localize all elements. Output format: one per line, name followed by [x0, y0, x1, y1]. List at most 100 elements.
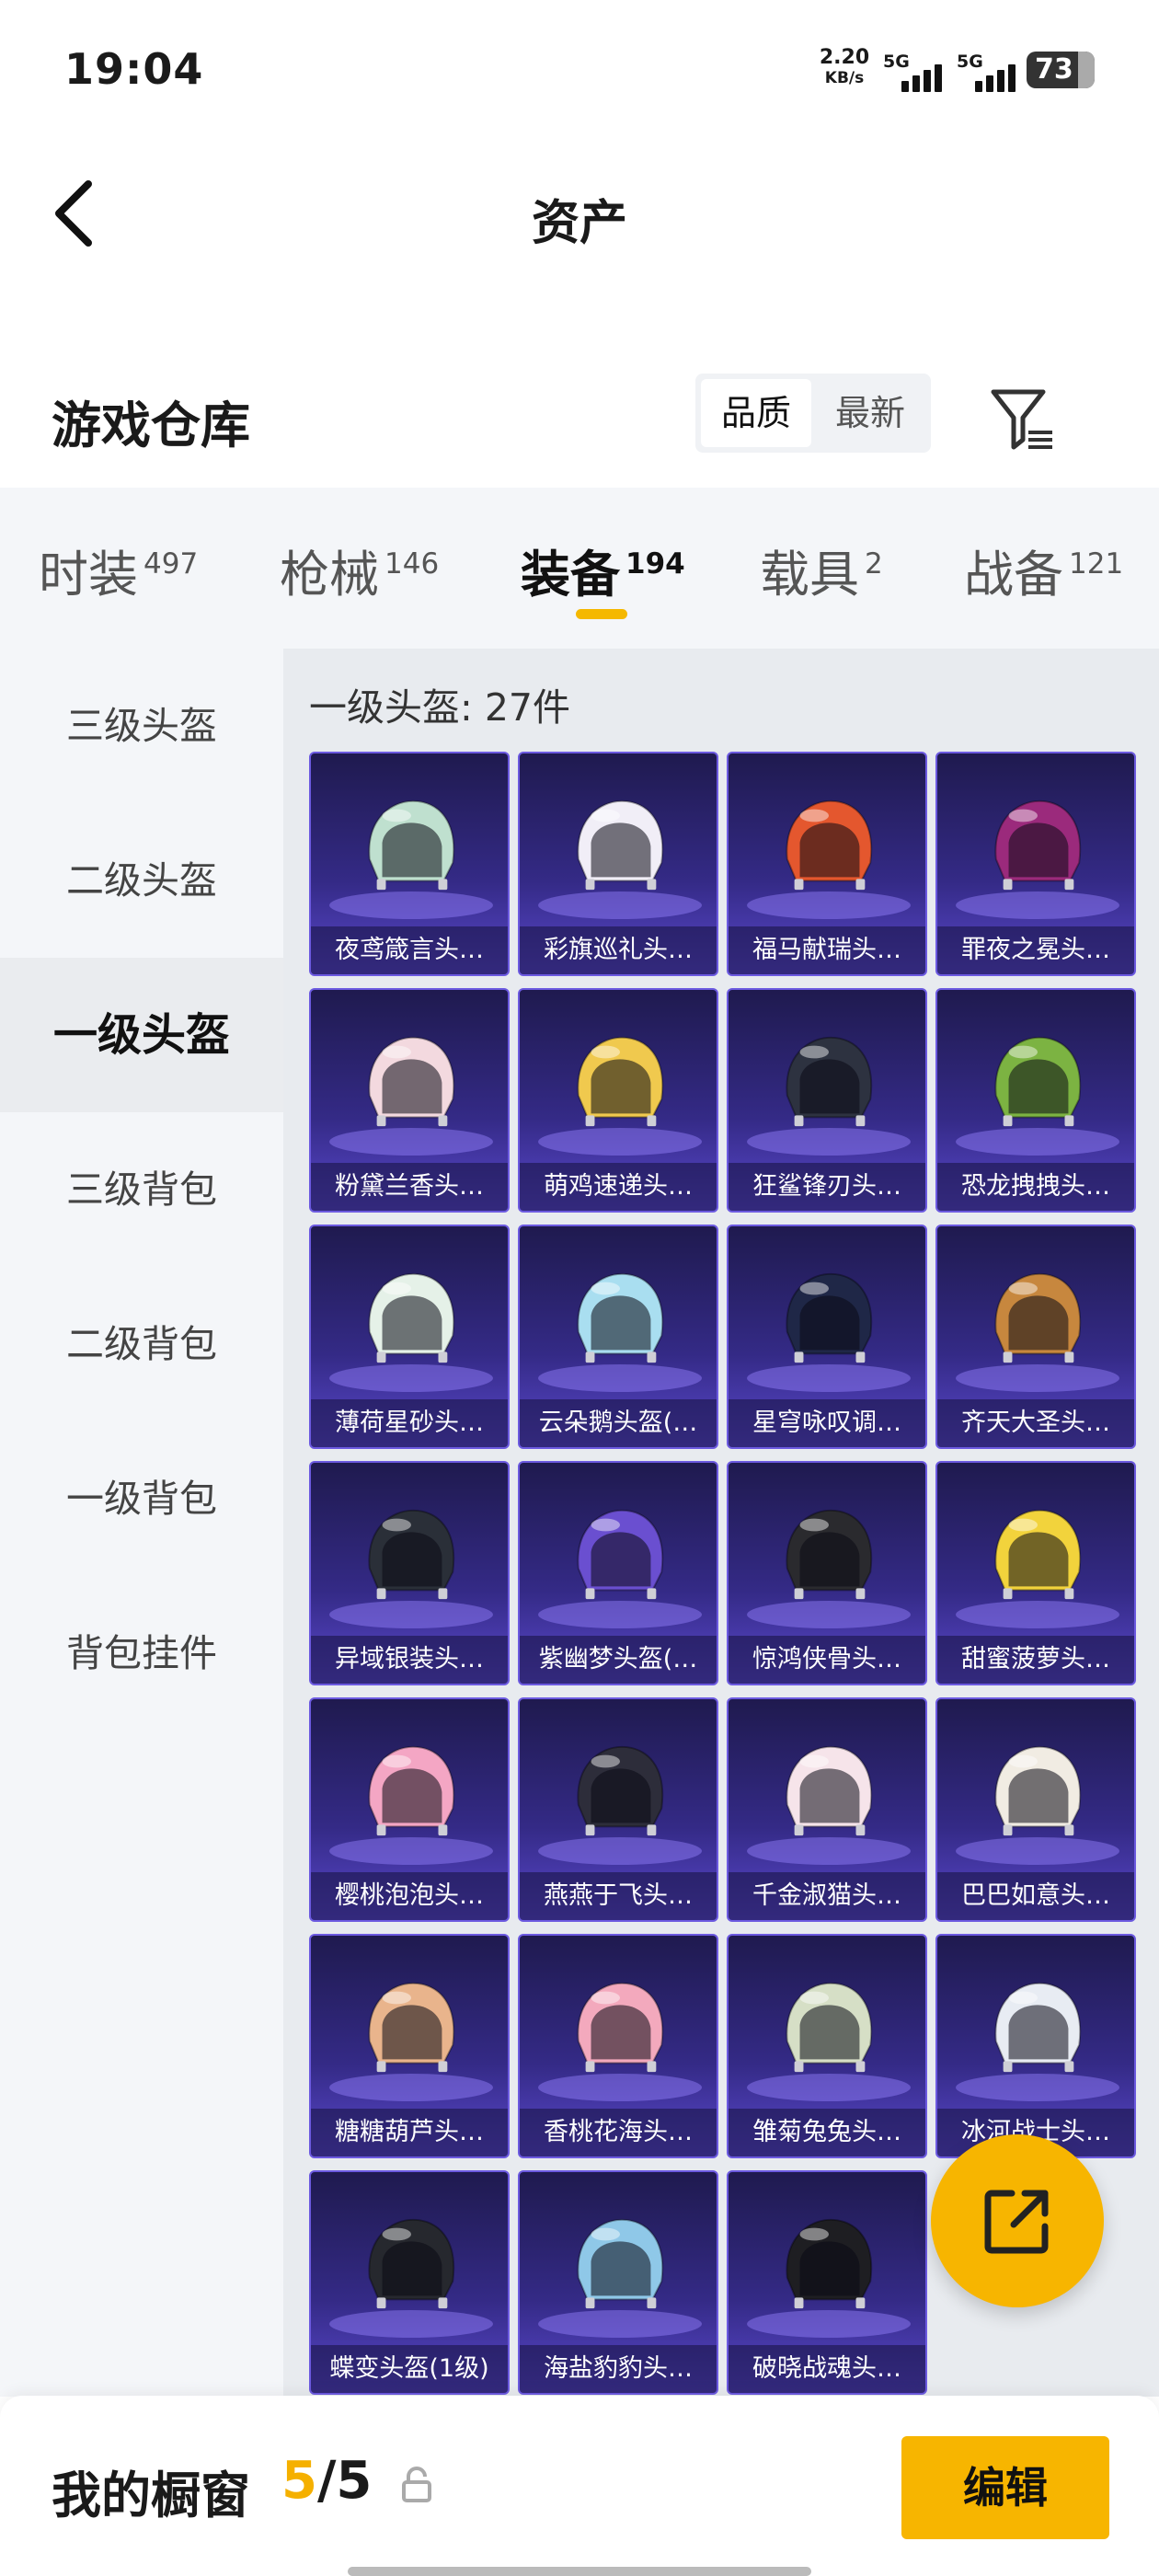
- sidebar-item-backpack-charm[interactable]: 背包挂件: [0, 1576, 283, 1731]
- item-card[interactable]: 千金淑猫头…: [727, 1697, 927, 1922]
- helmet-icon: [577, 799, 664, 891]
- item-name: 夜鸢箴言头…: [311, 926, 508, 974]
- tab-fashion[interactable]: 时装 497: [39, 534, 198, 606]
- item-card[interactable]: 薄荷星砂头…: [309, 1225, 510, 1449]
- item-name: 燕燕于飞头…: [520, 1872, 717, 1920]
- item-card[interactable]: 异域银装头…: [309, 1461, 510, 1685]
- sidebar-item-lv1-backpack[interactable]: 一级背包: [0, 1421, 283, 1576]
- item-card[interactable]: 星穹咏叹调…: [727, 1225, 927, 1449]
- filter-icon: [991, 389, 1052, 450]
- helmet-icon: [786, 1036, 873, 1127]
- item-card[interactable]: 海盐豹豹头…: [518, 2170, 718, 2395]
- item-card[interactable]: 夜鸢箴言头…: [309, 752, 510, 976]
- item-name: 惊鸿侠骨头…: [729, 1636, 925, 1684]
- helmet-icon: [994, 799, 1082, 891]
- item-card[interactable]: 紫幽梦头盔(…: [518, 1461, 718, 1685]
- tab-label: 战备: [964, 546, 1063, 604]
- helmet-icon: [577, 2218, 664, 2309]
- sidebar-item-lv3-backpack[interactable]: 三级背包: [0, 1112, 283, 1267]
- helmet-icon: [786, 1982, 873, 2073]
- battery-level: 73: [1035, 53, 1073, 86]
- sort-quality-button[interactable]: 品质: [701, 379, 811, 447]
- sidebar-item-lv2-helmet[interactable]: 二级头盔: [0, 803, 283, 958]
- item-card[interactable]: 彩旗巡礼头…: [518, 752, 718, 976]
- sidebar-item-lv3-helmet[interactable]: 三级头盔: [0, 649, 283, 803]
- item-card[interactable]: 雏菊兔兔头…: [727, 1934, 927, 2158]
- edit-button[interactable]: 编辑: [901, 2436, 1109, 2539]
- showcase-bar: 我的橱窗 5/5 编辑: [0, 2396, 1159, 2576]
- item-name: 薄荷星砂头…: [311, 1399, 508, 1447]
- item-card[interactable]: 樱桃泡泡头…: [309, 1697, 510, 1922]
- item-name: 星穹咏叹调…: [729, 1399, 925, 1447]
- item-card[interactable]: 蝶变头盔(1级): [309, 2170, 510, 2395]
- item-card[interactable]: 冰河战士头…: [935, 1934, 1136, 2158]
- tab-firearms[interactable]: 枪械 146: [280, 534, 439, 606]
- item-card[interactable]: 惊鸿侠骨头…: [727, 1461, 927, 1685]
- item-card[interactable]: 福马献瑞头…: [727, 752, 927, 976]
- helmet-icon: [786, 1509, 873, 1600]
- item-name: 异域银装头…: [311, 1636, 508, 1684]
- tab-count: 2: [865, 547, 883, 581]
- share-button[interactable]: [931, 2134, 1104, 2307]
- helmet-icon: [368, 799, 455, 891]
- item-card[interactable]: 甜蜜菠萝头…: [935, 1461, 1136, 1685]
- showcase-count: 5/5: [281, 2451, 372, 2511]
- helmet-icon: [577, 1982, 664, 2073]
- helmet-icon: [994, 1036, 1082, 1127]
- share-icon: [984, 2190, 1049, 2254]
- active-tab-indicator: [576, 609, 627, 619]
- item-card[interactable]: 燕燕于飞头…: [518, 1697, 718, 1922]
- tab-count: 121: [1069, 547, 1124, 581]
- showcase-title: 我的橱窗: [52, 2467, 250, 2524]
- helmet-icon: [368, 2218, 455, 2309]
- tab-equipment[interactable]: 装备 194: [521, 534, 685, 606]
- item-count-label: 一级头盔: 27件: [309, 685, 571, 730]
- showcase-current: 5: [281, 2451, 317, 2511]
- item-card[interactable]: 粉黛兰香头…: [309, 988, 510, 1213]
- app-root: 19:04 2.20 KB/s 5G 5G 73 资产 游戏仓库 品质 最新 时…: [0, 0, 1159, 2576]
- home-indicator: [348, 2567, 811, 2576]
- tab-label: 时装: [39, 546, 138, 604]
- helmet-icon: [577, 1509, 664, 1600]
- helmet-icon: [368, 1272, 455, 1363]
- sort-toggle: 品质 最新: [695, 374, 931, 453]
- sort-latest-button[interactable]: 最新: [815, 379, 925, 447]
- helmet-icon: [577, 1745, 664, 1836]
- sidebar-item-lv1-helmet[interactable]: 一级头盔: [0, 958, 283, 1112]
- item-card[interactable]: 云朵鹅头盔(…: [518, 1225, 718, 1449]
- item-card[interactable]: 香桃花海头…: [518, 1934, 718, 2158]
- sidebar-item-lv2-backpack[interactable]: 二级背包: [0, 1267, 283, 1421]
- tab-label: 载具: [760, 546, 859, 604]
- helmet-icon: [368, 1982, 455, 2073]
- item-name: 糖糖葫芦头…: [311, 2109, 508, 2156]
- battery-icon: 73: [1027, 52, 1095, 88]
- status-time: 19:04: [64, 44, 204, 94]
- item-name: 巴巴如意头…: [937, 1872, 1134, 1920]
- item-name: 福马献瑞头…: [729, 926, 925, 974]
- tab-count: 194: [625, 547, 685, 581]
- item-card[interactable]: 罪夜之冕头…: [935, 752, 1136, 976]
- item-card[interactable]: 糖糖葫芦头…: [309, 1934, 510, 2158]
- item-card[interactable]: 巴巴如意头…: [935, 1697, 1136, 1922]
- page-title: 资产: [531, 196, 627, 251]
- helmet-icon: [994, 1982, 1082, 2073]
- helmet-icon: [994, 1272, 1082, 1363]
- warehouse-title: 游戏仓库: [52, 397, 250, 454]
- item-name: 海盐豹豹头…: [520, 2345, 717, 2393]
- tab-count: 146: [384, 547, 440, 581]
- item-card[interactable]: 恐龙拽拽头…: [935, 988, 1136, 1213]
- tab-supplies[interactable]: 战备 121: [964, 534, 1123, 606]
- item-card[interactable]: 狂鲨锋刃头…: [727, 988, 927, 1213]
- filter-button[interactable]: [984, 383, 1058, 456]
- item-card[interactable]: 齐天大圣头…: [935, 1225, 1136, 1449]
- helmet-icon: [368, 1509, 455, 1600]
- item-card[interactable]: 萌鸡速递头…: [518, 988, 718, 1213]
- item-name: 恐龙拽拽头…: [937, 1163, 1134, 1211]
- item-card[interactable]: 破晓战魂头…: [727, 2170, 927, 2395]
- app-header: 资产: [0, 138, 1159, 294]
- signal-sim1-icon: 5G: [883, 52, 949, 94]
- helmet-icon: [577, 1036, 664, 1127]
- item-name: 彩旗巡礼头…: [520, 926, 717, 974]
- helmet-icon: [786, 2218, 873, 2309]
- tab-vehicles[interactable]: 载具 2: [760, 534, 883, 606]
